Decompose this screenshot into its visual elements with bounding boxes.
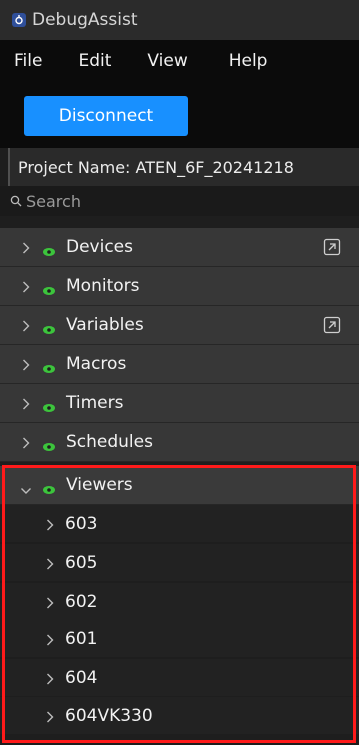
project-name-label: Project Name: ATEN_6F_20241218 xyxy=(8,148,359,186)
chevron-right-icon[interactable] xyxy=(46,632,54,651)
tree-item-monitors[interactable]: Monitors xyxy=(0,267,359,306)
eye-icon[interactable] xyxy=(42,398,56,417)
tree-item-label: Variables xyxy=(66,315,144,335)
disconnect-button[interactable]: Disconnect xyxy=(24,96,188,136)
viewer-item-label: 604 xyxy=(65,667,98,688)
chevron-right-icon[interactable] xyxy=(46,595,54,614)
tree-item-label: Monitors xyxy=(66,276,140,296)
project-name-text: Project Name: ATEN_6F_20241218 xyxy=(18,157,294,177)
search-placeholder: Search xyxy=(26,191,81,211)
viewer-item-602[interactable]: 602 xyxy=(0,583,359,620)
chevron-right-icon[interactable] xyxy=(22,396,30,415)
tree-item-variables[interactable]: Variables xyxy=(0,306,359,345)
external-link-icon[interactable] xyxy=(323,238,341,260)
menu-help[interactable]: Help xyxy=(229,51,268,71)
tree-item-devices[interactable]: Devices xyxy=(0,228,359,267)
eye-icon[interactable] xyxy=(42,359,56,378)
tree-item-viewers[interactable]: Viewers xyxy=(0,466,359,505)
chevron-right-icon[interactable] xyxy=(22,357,30,376)
chevron-right-icon[interactable] xyxy=(46,709,54,728)
tree-item-label: Devices xyxy=(66,237,133,257)
menu-view[interactable]: View xyxy=(147,51,187,71)
tree-item-label: Schedules xyxy=(66,432,153,452)
menu-bar: File Edit View Help xyxy=(0,40,359,82)
eye-icon[interactable] xyxy=(42,437,56,456)
tree-item-schedules[interactable]: Schedules xyxy=(0,423,359,462)
search-input[interactable]: Search xyxy=(0,186,359,216)
chevron-right-icon[interactable] xyxy=(46,556,54,575)
chevron-right-icon[interactable] xyxy=(22,435,30,454)
viewer-item-label: 603 xyxy=(65,513,98,534)
viewer-item-603[interactable]: 603 xyxy=(0,505,359,542)
viewer-item-601[interactable]: 601 xyxy=(0,620,359,657)
menu-file[interactable]: File xyxy=(14,51,42,71)
title-bar: DebugAssist xyxy=(0,0,359,40)
external-link-icon[interactable] xyxy=(323,316,341,338)
app-logo-icon xyxy=(12,13,26,27)
chevron-right-icon[interactable] xyxy=(22,279,30,298)
search-icon xyxy=(10,195,22,207)
viewer-item-label: 602 xyxy=(65,591,98,612)
viewer-item-label: 605 xyxy=(65,552,98,573)
viewer-item-label: 604VK330 xyxy=(65,705,153,726)
viewer-item-604vk330[interactable]: 604VK330 xyxy=(0,697,359,734)
eye-icon[interactable] xyxy=(42,281,56,300)
chevron-right-icon[interactable] xyxy=(46,671,54,690)
menu-edit[interactable]: Edit xyxy=(78,51,111,71)
chevron-right-icon[interactable] xyxy=(22,240,30,259)
viewer-item-604[interactable]: 604 xyxy=(0,659,359,696)
toolbar: Disconnect xyxy=(0,82,359,148)
chevron-right-icon[interactable] xyxy=(46,517,54,536)
eye-icon[interactable] xyxy=(42,242,56,261)
app-title: DebugAssist xyxy=(32,10,138,30)
tree-item-label: Macros xyxy=(66,354,127,374)
viewer-item-label: 601 xyxy=(65,628,98,649)
tree-item-macros[interactable]: Macros xyxy=(0,345,359,384)
tree-item-label: Viewers xyxy=(66,475,133,495)
eye-icon[interactable] xyxy=(42,480,56,499)
eye-icon[interactable] xyxy=(42,320,56,339)
chevron-down-icon[interactable] xyxy=(20,480,32,499)
tree-item-timers[interactable]: Timers xyxy=(0,384,359,423)
chevron-right-icon[interactable] xyxy=(22,318,30,337)
viewer-item-605[interactable]: 605 xyxy=(0,544,359,581)
tree-item-label: Timers xyxy=(66,393,124,413)
